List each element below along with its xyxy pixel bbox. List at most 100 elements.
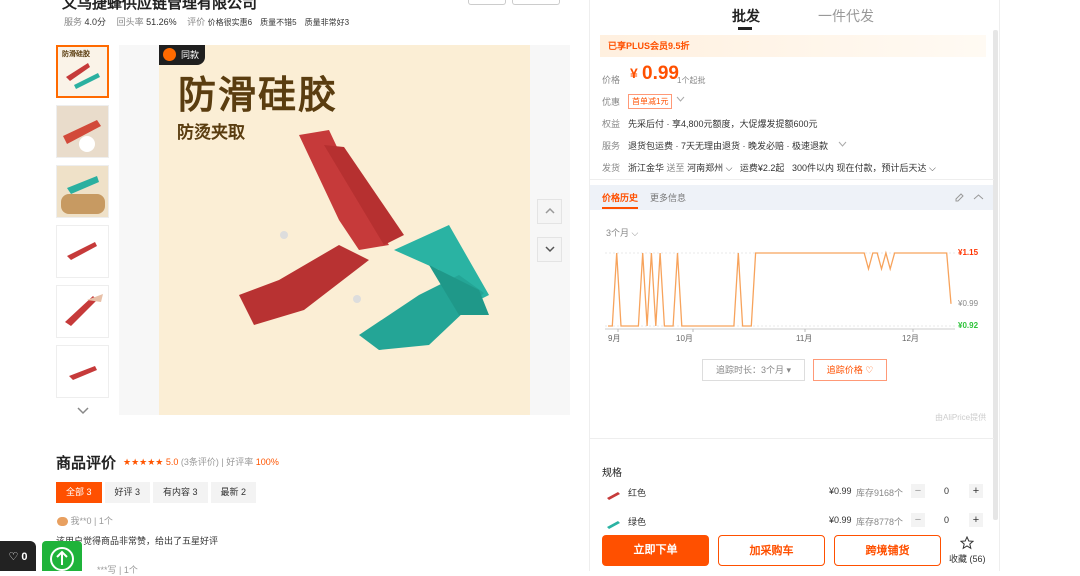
favorite-label[interactable]: 收藏 (56) <box>949 552 986 565</box>
rights-label: 权益 <box>602 119 621 129</box>
track-price-button[interactable]: 追踪价格 ♡ <box>813 359 887 381</box>
header-action-button-2[interactable] <box>512 0 560 5</box>
data-source: 由AliPrice提供 <box>935 413 987 422</box>
poster-title: 防滑硅胶 <box>178 75 339 117</box>
store-title[interactable]: 义乌捷蜂供应链管理有限公司 <box>62 0 257 13</box>
spec-title: 规格 <box>602 468 622 479</box>
header-action-button[interactable] <box>468 0 506 5</box>
review-tag: 质量非常好3 <box>304 18 350 27</box>
discount-label: 优惠 <box>602 97 621 107</box>
review-username: ***写 <box>97 565 117 575</box>
service-text[interactable]: 退货包运费 · 7天无理由退货 · 晚发必赔 · 极速退款 <box>628 139 828 152</box>
quantity-minus-button[interactable]: − <box>911 484 925 498</box>
review-tag: 价格很实惠6 <box>207 18 253 27</box>
spec-name: 红色 <box>628 488 647 498</box>
quantity-plus-button[interactable]: + <box>969 513 983 527</box>
range-value: 3个月 <box>606 228 630 238</box>
buy-now-button[interactable]: 立即下单 <box>602 535 709 566</box>
review-tab-all[interactable]: 全部 3 <box>56 482 102 503</box>
review-tab-content[interactable]: 有内容 3 <box>153 482 208 503</box>
same-style-label: 同款 <box>181 50 200 60</box>
x-tick: 12月 <box>902 334 919 343</box>
thumbnail-1[interactable]: 防滑硅胶 <box>56 45 109 98</box>
reviews-title: 商品评价 <box>56 455 117 472</box>
x-tick: 10月 <box>676 334 693 343</box>
tab-dropship[interactable]: 一件代发 <box>818 6 874 26</box>
price-label: 价格 <box>602 75 621 85</box>
tab-indicator <box>738 27 752 30</box>
quantity-plus-button[interactable]: + <box>969 484 983 498</box>
good-rate: 100% <box>255 457 279 467</box>
svc-return-rate: 51.26% <box>146 17 177 27</box>
cross-border-button[interactable]: 跨境铺货 <box>834 535 941 566</box>
poster-subtitle: 防烫夹取 <box>177 123 245 142</box>
ship-to-word: 送至 <box>666 163 685 173</box>
star-rating-icon: ★★★★★ <box>123 457 164 467</box>
ship-from: 浙江金华 <box>628 163 665 173</box>
review-tag: 质量不错5 <box>260 18 297 27</box>
y-label-max: ¥1.15 <box>958 248 979 257</box>
price-value: 0.99 <box>642 63 679 84</box>
ship-label: 发货 <box>602 163 621 173</box>
chevron-up-icon[interactable] <box>973 193 984 201</box>
min-order: 1个起批 <box>677 76 706 85</box>
tab-price-history[interactable]: 价格历史 <box>602 191 639 209</box>
favorites-float-button[interactable]: ♡ 0 <box>0 541 36 571</box>
currency-symbol: ¥ <box>630 65 638 81</box>
tab-wholesale[interactable]: 批发 <box>732 6 760 26</box>
review-count: (3条评价) <box>180 457 219 467</box>
star-icon[interactable] <box>960 536 974 550</box>
ship-to: 河南郑州 <box>687 163 724 173</box>
store-service-stats: 服务 4.0分 回头率 51.26% 评价 价格很实惠6 质量不错5 质量非常好3 <box>64 15 357 28</box>
plus-banner: 已享PLUS会员9.5折 <box>600 35 986 57</box>
ship-info[interactable]: 浙江金华 送至 河南郑州 ⌵ 运费¥2.2起 300件以内 现在付款，预计后天达… <box>628 161 936 174</box>
chevron-down-icon[interactable] <box>838 141 847 148</box>
quantity-value[interactable]: 0 <box>944 486 949 496</box>
tracking-duration-button[interactable]: 追踪时长：3个月 ▾ <box>702 359 805 381</box>
add-to-cart-button[interactable]: 加采购车 <box>718 535 825 566</box>
thumbnail-6[interactable] <box>56 345 109 398</box>
review-quantity: 1个 <box>123 565 138 575</box>
separator: | <box>94 516 97 526</box>
thumbnail-scroll-down-icon[interactable] <box>56 405 110 419</box>
thumbnail-4[interactable] <box>56 225 109 278</box>
chevron-down-icon[interactable] <box>676 96 685 103</box>
review-tab-good[interactable]: 好评 3 <box>104 482 151 503</box>
y-label-min: ¥0.92 <box>958 321 979 330</box>
spec-price: ¥0.99 <box>829 515 852 525</box>
x-tick: 11月 <box>796 334 813 343</box>
thumbnail-2[interactable] <box>56 105 109 158</box>
price-history-chart <box>605 250 955 332</box>
quantity-value[interactable]: 0 <box>944 515 949 525</box>
reviews-summary: ★★★★★ 5.0 (3条评价) | 好评率 100% <box>123 455 279 468</box>
good-rate-label: 好评率 <box>226 457 254 467</box>
ship-fee: 运费¥2.2起 <box>739 163 785 173</box>
ship-time: 300件以内 现在付款，预计后天达 <box>791 163 927 173</box>
spec-thumb-icon <box>606 516 622 534</box>
same-style-badge[interactable]: 同款 <box>159 45 206 65</box>
tab-more-info[interactable]: 更多信息 <box>650 191 686 204</box>
image-prev-button[interactable] <box>537 199 562 224</box>
thumbnail-5[interactable] <box>56 285 109 338</box>
upload-cloud-button[interactable] <box>42 541 82 571</box>
edit-icon[interactable] <box>954 192 965 203</box>
review-score: 5.0 <box>165 457 179 467</box>
discount-tag[interactable]: 首单减1元 <box>628 94 673 109</box>
chevron-down-icon <box>544 246 555 253</box>
review-tab-latest[interactable]: 最新 2 <box>210 482 257 503</box>
rights-text: 先采后付 · 享4,800元额度，大促爆发提额600元 <box>628 119 818 129</box>
image-next-button[interactable] <box>537 237 562 262</box>
spec-stock: 库存8778个 <box>856 517 904 527</box>
x-tick: 9月 <box>608 334 621 343</box>
separator: | <box>221 457 224 467</box>
heart-icon: ♡ <box>8 551 19 563</box>
svc-score: 4.0分 <box>84 17 107 27</box>
thumbnail-3[interactable] <box>56 165 109 218</box>
svc-label: 服务 <box>64 17 83 27</box>
range-select[interactable]: 3个月 ⌵ <box>606 226 638 239</box>
thumbnail-list: 防滑硅胶 <box>56 45 110 419</box>
avatar <box>57 517 68 527</box>
quantity-minus-button[interactable]: − <box>911 513 925 527</box>
review-user: 我**0 | 1个 <box>57 514 113 527</box>
review-quantity: 1个 <box>98 516 113 526</box>
